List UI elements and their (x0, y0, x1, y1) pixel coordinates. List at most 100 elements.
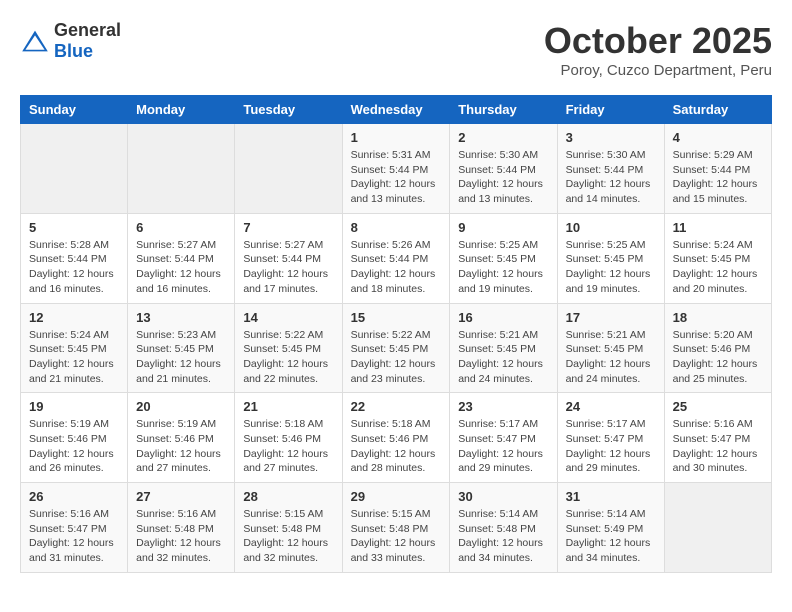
day-number: 28 (243, 489, 333, 504)
day-info: Sunrise: 5:27 AM Sunset: 5:44 PM Dayligh… (136, 238, 226, 297)
day-number: 19 (29, 399, 119, 414)
day-info: Sunrise: 5:18 AM Sunset: 5:46 PM Dayligh… (243, 417, 333, 476)
month-title: October 2025 (544, 20, 772, 62)
calendar-cell: 7 Sunrise: 5:27 AM Sunset: 5:44 PM Daylig… (235, 213, 342, 303)
logo-general: General (54, 20, 121, 40)
day-number: 7 (243, 220, 333, 235)
day-info: Sunrise: 5:28 AM Sunset: 5:44 PM Dayligh… (29, 238, 119, 297)
calendar-cell: 13 Sunrise: 5:23 AM Sunset: 5:45 PM Dayli… (128, 303, 235, 393)
weekday-header-monday: Monday (128, 96, 235, 124)
calendar-cell: 29 Sunrise: 5:15 AM Sunset: 5:48 PM Dayli… (342, 483, 450, 573)
calendar-cell: 22Sunrise: 5:18 AM Sunset: 5:46 PM Dayli… (342, 393, 450, 483)
calendar-cell (21, 124, 128, 214)
day-info: Sunrise: 5:30 AM Sunset: 5:44 PM Dayligh… (458, 148, 548, 207)
day-number: 30 (458, 489, 548, 504)
day-number: 18 (673, 310, 763, 325)
calendar-cell: 1 Sunrise: 5:31 AM Sunset: 5:44 PM Daylig… (342, 124, 450, 214)
calendar-cell: 31Sunrise: 5:14 AM Sunset: 5:49 PM Dayli… (557, 483, 664, 573)
calendar-cell: 21 Sunrise: 5:18 AM Sunset: 5:46 PM Dayli… (235, 393, 342, 483)
day-info: Sunrise: 5:31 AM Sunset: 5:44 PM Dayligh… (351, 148, 442, 207)
calendar-cell (128, 124, 235, 214)
calendar-cell: 15 Sunrise: 5:22 AM Sunset: 5:45 PM Dayli… (342, 303, 450, 393)
day-info: Sunrise: 5:16 AM Sunset: 5:47 PM Dayligh… (29, 507, 119, 566)
calendar-cell: 24Sunrise: 5:17 AM Sunset: 5:47 PM Dayli… (557, 393, 664, 483)
week-row-4: 19 Sunrise: 5:19 AM Sunset: 5:46 PM Dayli… (21, 393, 772, 483)
day-info: Sunrise: 5:21 AM Sunset: 5:45 PM Dayligh… (566, 328, 656, 387)
calendar-cell (664, 483, 771, 573)
day-info: Sunrise: 5:16 AM Sunset: 5:47 PM Dayligh… (673, 417, 763, 476)
day-number: 14 (243, 310, 333, 325)
day-info: Sunrise: 5:15 AM Sunset: 5:48 PM Dayligh… (243, 507, 333, 566)
day-number: 10 (566, 220, 656, 235)
day-info: Sunrise: 5:14 AM Sunset: 5:48 PM Dayligh… (458, 507, 548, 566)
calendar-cell: 17Sunrise: 5:21 AM Sunset: 5:45 PM Dayli… (557, 303, 664, 393)
calendar-cell: 19 Sunrise: 5:19 AM Sunset: 5:46 PM Dayli… (21, 393, 128, 483)
day-number: 3 (566, 130, 656, 145)
day-info: Sunrise: 5:17 AM Sunset: 5:47 PM Dayligh… (566, 417, 656, 476)
day-info: Sunrise: 5:24 AM Sunset: 5:45 PM Dayligh… (29, 328, 119, 387)
calendar-cell: 5 Sunrise: 5:28 AM Sunset: 5:44 PM Daylig… (21, 213, 128, 303)
day-number: 31 (566, 489, 656, 504)
calendar-cell: 10Sunrise: 5:25 AM Sunset: 5:45 PM Dayli… (557, 213, 664, 303)
day-info: Sunrise: 5:15 AM Sunset: 5:48 PM Dayligh… (351, 507, 442, 566)
day-number: 5 (29, 220, 119, 235)
day-number: 2 (458, 130, 548, 145)
calendar-cell (235, 124, 342, 214)
calendar-cell: 9Sunrise: 5:25 AM Sunset: 5:45 PM Daylig… (450, 213, 557, 303)
calendar-cell: 20 Sunrise: 5:19 AM Sunset: 5:46 PM Dayli… (128, 393, 235, 483)
day-number: 27 (136, 489, 226, 504)
day-info: Sunrise: 5:21 AM Sunset: 5:45 PM Dayligh… (458, 328, 548, 387)
day-info: Sunrise: 5:26 AM Sunset: 5:44 PM Dayligh… (351, 238, 442, 297)
calendar-table: SundayMondayTuesdayWednesdayThursdayFrid… (20, 95, 772, 573)
location-subtitle: Poroy, Cuzco Department, Peru (544, 62, 772, 79)
day-info: Sunrise: 5:23 AM Sunset: 5:45 PM Dayligh… (136, 328, 226, 387)
day-number: 29 (351, 489, 442, 504)
day-number: 4 (673, 130, 763, 145)
day-number: 8 (351, 220, 442, 235)
weekday-header-thursday: Thursday (450, 96, 557, 124)
day-number: 25 (673, 399, 763, 414)
week-row-1: 1 Sunrise: 5:31 AM Sunset: 5:44 PM Daylig… (21, 124, 772, 214)
weekday-header-saturday: Saturday (664, 96, 771, 124)
calendar-cell: 4 Sunrise: 5:29 AM Sunset: 5:44 PM Daylig… (664, 124, 771, 214)
day-info: Sunrise: 5:22 AM Sunset: 5:45 PM Dayligh… (243, 328, 333, 387)
day-info: Sunrise: 5:22 AM Sunset: 5:45 PM Dayligh… (351, 328, 442, 387)
weekday-header-wednesday: Wednesday (342, 96, 450, 124)
day-info: Sunrise: 5:17 AM Sunset: 5:47 PM Dayligh… (458, 417, 548, 476)
day-info: Sunrise: 5:19 AM Sunset: 5:46 PM Dayligh… (136, 417, 226, 476)
weekday-header-sunday: Sunday (21, 96, 128, 124)
day-info: Sunrise: 5:24 AM Sunset: 5:45 PM Dayligh… (673, 238, 763, 297)
title-block: October 2025 Poroy, Cuzco Department, Pe… (544, 20, 772, 79)
calendar-cell: 26Sunrise: 5:16 AM Sunset: 5:47 PM Dayli… (21, 483, 128, 573)
day-info: Sunrise: 5:20 AM Sunset: 5:46 PM Dayligh… (673, 328, 763, 387)
day-number: 6 (136, 220, 226, 235)
calendar-cell: 30 Sunrise: 5:14 AM Sunset: 5:48 PM Dayli… (450, 483, 557, 573)
calendar-cell: 6 Sunrise: 5:27 AM Sunset: 5:44 PM Daylig… (128, 213, 235, 303)
calendar-cell: 3 Sunrise: 5:30 AM Sunset: 5:44 PM Daylig… (557, 124, 664, 214)
page-header: General Blue October 2025 Poroy, Cuzco D… (20, 20, 772, 79)
logo-blue: Blue (54, 41, 93, 61)
day-info: Sunrise: 5:27 AM Sunset: 5:44 PM Dayligh… (243, 238, 333, 297)
day-info: Sunrise: 5:19 AM Sunset: 5:46 PM Dayligh… (29, 417, 119, 476)
day-number: 21 (243, 399, 333, 414)
calendar-cell: 12 Sunrise: 5:24 AM Sunset: 5:45 PM Dayli… (21, 303, 128, 393)
calendar-cell: 11Sunrise: 5:24 AM Sunset: 5:45 PM Dayli… (664, 213, 771, 303)
calendar-cell: 16 Sunrise: 5:21 AM Sunset: 5:45 PM Dayli… (450, 303, 557, 393)
day-number: 15 (351, 310, 442, 325)
weekday-header-row: SundayMondayTuesdayWednesdayThursdayFrid… (21, 96, 772, 124)
calendar-cell: 14 Sunrise: 5:22 AM Sunset: 5:45 PM Dayli… (235, 303, 342, 393)
day-number: 20 (136, 399, 226, 414)
day-number: 1 (351, 130, 442, 145)
day-info: Sunrise: 5:29 AM Sunset: 5:44 PM Dayligh… (673, 148, 763, 207)
logo: General Blue (20, 20, 121, 62)
day-number: 23 (458, 399, 548, 414)
day-number: 12 (29, 310, 119, 325)
day-info: Sunrise: 5:25 AM Sunset: 5:45 PM Dayligh… (458, 238, 548, 297)
day-number: 16 (458, 310, 548, 325)
week-row-2: 5 Sunrise: 5:28 AM Sunset: 5:44 PM Daylig… (21, 213, 772, 303)
day-info: Sunrise: 5:16 AM Sunset: 5:48 PM Dayligh… (136, 507, 226, 566)
day-info: Sunrise: 5:30 AM Sunset: 5:44 PM Dayligh… (566, 148, 656, 207)
week-row-5: 26Sunrise: 5:16 AM Sunset: 5:47 PM Dayli… (21, 483, 772, 573)
day-number: 13 (136, 310, 226, 325)
weekday-header-friday: Friday (557, 96, 664, 124)
